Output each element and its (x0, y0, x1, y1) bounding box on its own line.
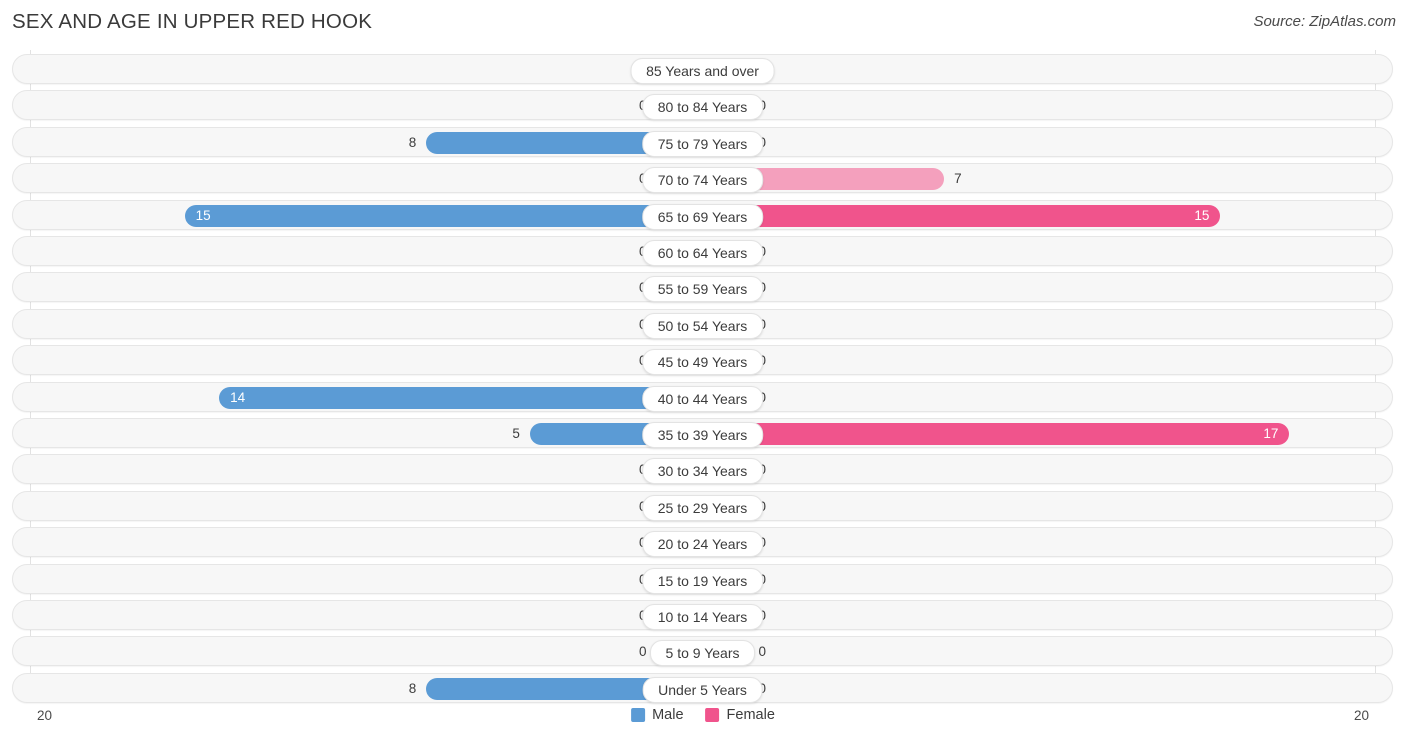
age-group-label: 40 to 44 Years (641, 385, 764, 412)
chart-legend: Male Female (631, 707, 775, 723)
legend-swatch-male-icon (631, 708, 646, 722)
table-row: 0025 to 29 Years (12, 490, 1393, 521)
legend-label-female: Female (726, 707, 775, 723)
bar-value-female: 7 (954, 171, 962, 187)
axis-left-max-label: 20 (37, 708, 53, 723)
table-row: 80Under 5 Years (12, 672, 1393, 703)
bar-value-male: 15 (195, 207, 211, 223)
table-row: 0030 to 34 Years (12, 454, 1393, 485)
legend-swatch-female-icon (705, 708, 720, 722)
bar-value-male: 0 (638, 644, 647, 660)
bar-value-male: 8 (408, 134, 417, 150)
table-row: 0085 Years and over (12, 54, 1393, 84)
table-row: 0050 to 54 Years (12, 308, 1393, 339)
age-group-label: 20 to 24 Years (641, 531, 764, 558)
bar-value-female: 15 (1194, 207, 1210, 223)
bar-value-male: 8 (408, 680, 417, 696)
source-label: Source: ZipAtlas.com (1253, 13, 1396, 30)
bar-male: 15 (184, 204, 703, 227)
age-group-label: 45 to 49 Years (641, 349, 764, 376)
table-row: 0045 to 49 Years (12, 345, 1393, 376)
bar-value-male: 14 (230, 389, 246, 405)
table-row: 0010 to 14 Years (12, 600, 1393, 630)
age-group-label: 85 Years and over (630, 58, 775, 84)
axis-right-max-label: 20 (1353, 708, 1369, 723)
age-group-label: 25 to 29 Years (641, 494, 764, 521)
age-group-label: 55 to 59 Years (641, 276, 764, 303)
table-row: 0060 to 64 Years (12, 236, 1393, 266)
bar-value-male: 5 (512, 426, 520, 441)
bar-value-female: 0 (758, 644, 767, 660)
table-row: 0020 to 24 Years (12, 527, 1393, 558)
bar-female: 17 (702, 423, 1290, 445)
legend-item-female[interactable]: Female (705, 707, 775, 723)
table-row: 0015 to 19 Years (12, 563, 1393, 594)
age-group-label: 70 to 74 Years (641, 167, 764, 194)
table-row: 15 15 65 to 69 Years (12, 199, 1393, 230)
bar-value-female: 17 (1263, 426, 1279, 441)
bar-male: 14 (219, 386, 703, 409)
table-row: 0080 to 84 Years (12, 90, 1393, 121)
table-row: 0 05 to 9 Years (12, 636, 1393, 667)
page-title: SEX AND AGE IN UPPER RED HOOK (12, 10, 373, 33)
age-group-label: 15 to 19 Years (641, 567, 764, 594)
age-group-label: 75 to 79 Years (641, 130, 764, 157)
chart-header: SEX AND AGE IN UPPER RED HOOK Source: Zi… (0, 0, 1406, 46)
age-group-label: 30 to 34 Years (641, 458, 764, 485)
table-row: 0770 to 74 Years (12, 163, 1393, 194)
age-group-label: 10 to 14 Years (641, 604, 764, 630)
age-group-label: 5 to 9 Years (649, 640, 756, 667)
age-group-label: Under 5 Years (642, 676, 763, 703)
legend-item-male[interactable]: Male (631, 707, 684, 723)
table-row: 8075 to 79 Years (12, 126, 1393, 157)
chart-footer: 20 Male Female 20 (0, 703, 1406, 740)
legend-label-male: Male (652, 707, 684, 723)
age-group-label: 65 to 69 Years (641, 203, 764, 230)
age-group-label: 35 to 39 Years (641, 422, 764, 448)
age-group-label: 50 to 54 Years (641, 312, 764, 339)
age-group-label: 60 to 64 Years (641, 240, 764, 266)
table-row: 0055 to 59 Years (12, 272, 1393, 303)
bar-female: 15 (702, 204, 1221, 227)
table-row: 14040 to 44 Years (12, 381, 1393, 412)
age-group-label: 80 to 84 Years (641, 94, 764, 121)
population-pyramid-chart: 0085 Years and over0080 to 84 Years8075 … (0, 50, 1406, 705)
table-row: 5 17 35 to 39 Years (12, 418, 1393, 448)
